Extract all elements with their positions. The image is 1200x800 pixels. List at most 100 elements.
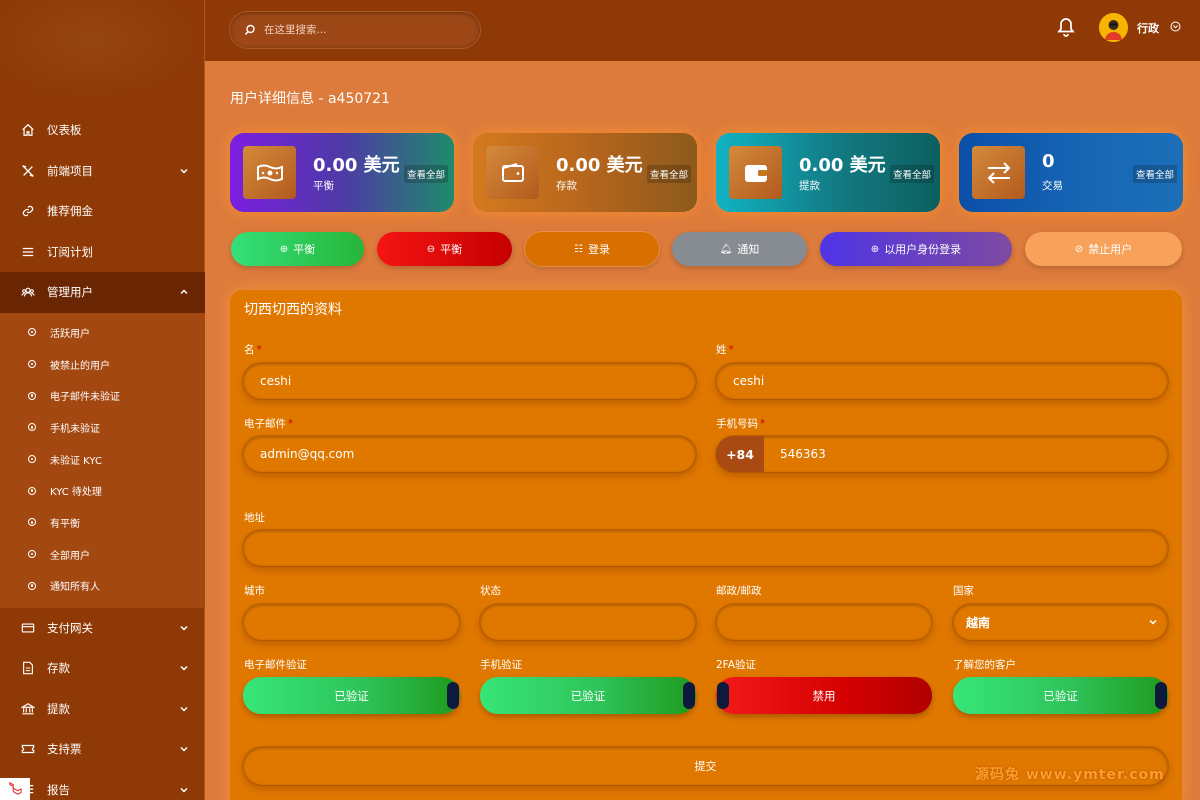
plus-circle-icon: ⊕ — [279, 243, 289, 255]
submenu-item-email-unverified[interactable]: 电子邮件未验证 — [0, 380, 205, 412]
manage-users-submenu: 活跃用户 被禁止的用户 电子邮件未验证 手机未验证 未验证 KYC KYC 待处… — [0, 312, 205, 608]
subtract-balance-button[interactable]: ⊖ 平衡 — [377, 232, 512, 266]
topbar: 行政 — [205, 0, 1200, 61]
toggle-knob — [447, 682, 459, 709]
view-all-link[interactable]: 查看全部 — [646, 165, 691, 183]
toggle-knob — [717, 682, 729, 709]
wallet-icon — [486, 146, 539, 199]
label-text: 姓 — [716, 344, 727, 356]
view-all-link[interactable]: 查看全部 — [403, 165, 448, 183]
sidebar-item-frontend[interactable]: 前端项目 — [0, 151, 205, 192]
stat-card-transactions: 0 交易 查看全部 — [959, 133, 1183, 212]
toggle-label: 已验证 — [334, 688, 369, 703]
submenu-item-active-users[interactable]: 活跃用户 — [0, 317, 205, 349]
submenu-label: 全部用户 — [50, 550, 90, 562]
stat-card-withdrawals: 0.00 美元 提款 查看全部 — [716, 133, 940, 212]
submenu-item-all-users[interactable]: 全部用户 — [0, 538, 205, 570]
avatar[interactable] — [1099, 13, 1128, 42]
sidebar-item-reports[interactable]: 报告 — [0, 770, 205, 800]
sidebar-item-support-tickets[interactable]: 支持票 — [0, 729, 205, 770]
search-icon — [244, 24, 255, 35]
sidebar-item-dashboard[interactable]: 仪表板 — [0, 110, 205, 151]
sidebar-item-payment-gateways[interactable]: 支付网关 — [0, 608, 205, 649]
login-as-user-button[interactable]: ⊕ 以用户身份登录 — [820, 232, 1012, 266]
button-label: 平衡 — [440, 243, 463, 256]
phone-field[interactable]: 546363 — [716, 436, 1168, 472]
first-name-label: 名 * — [244, 342, 262, 357]
submenu-label: KYC 待处理 — [50, 487, 102, 499]
minus-circle-icon: ⊖ — [426, 243, 436, 255]
address-field[interactable] — [243, 530, 1168, 566]
chevron-down-icon — [180, 625, 188, 631]
required-mark: * — [728, 344, 734, 356]
submenu-item-kyc-pending[interactable]: KYC 待处理 — [0, 475, 205, 507]
chevron-down-circle-icon[interactable] — [1170, 21, 1181, 32]
user-name[interactable]: 行政 — [1137, 20, 1159, 36]
kyc-toggle[interactable]: 已验证 — [953, 677, 1168, 714]
label-text: 名 — [244, 344, 255, 356]
login-history-button[interactable]: ☷ 登录 — [525, 232, 659, 266]
sidebar-item-plans[interactable]: 订阅计划 — [0, 232, 205, 273]
tools-icon — [20, 163, 36, 179]
toggle-label: 已验证 — [1043, 688, 1078, 703]
first-name-field[interactable]: ceshi — [243, 363, 696, 399]
chevron-down-icon — [180, 706, 188, 712]
city-label: 城市 — [244, 585, 265, 597]
view-all-link[interactable]: 查看全部 — [1132, 165, 1177, 183]
sidebar-item-referral[interactable]: 推荐佣金 — [0, 191, 205, 232]
zip-label: 邮政/邮政 — [716, 585, 762, 597]
chevron-down-icon — [180, 666, 188, 671]
email-label: 电子邮件 * — [244, 416, 293, 431]
sidebar-item-manage-users[interactable]: 管理用户 — [0, 272, 205, 313]
view-all-link[interactable]: 查看全部 — [889, 165, 934, 183]
submenu-item-notify-all[interactable]: 通知所有人 — [0, 570, 205, 602]
chevron-down-icon — [180, 747, 188, 752]
circle-dot-icon — [28, 360, 36, 369]
add-balance-button[interactable]: ⊕ 平衡 — [231, 232, 364, 266]
required-mark: * — [256, 344, 262, 356]
bell-icon[interactable] — [1057, 17, 1075, 37]
page-title: 用户详细信息 - a450721 — [230, 91, 390, 107]
submenu-item-kyc-unverified[interactable]: 未验证 KYC — [0, 443, 205, 475]
search-box[interactable] — [230, 12, 480, 48]
stat-value: 0.00 美元 — [556, 155, 643, 176]
zip-field[interactable] — [716, 604, 932, 640]
state-field[interactable] — [480, 604, 696, 640]
email-field[interactable]: admin@qq.com — [243, 436, 696, 472]
sidebar-item-deposits[interactable]: 存款 — [0, 648, 205, 689]
chevron-up-icon — [180, 289, 188, 295]
submenu-item-banned-users[interactable]: 被禁止的用户 — [0, 348, 205, 380]
last-name-field[interactable]: ceshi — [716, 363, 1168, 399]
invoice-icon — [20, 660, 36, 676]
email-verify-label: 电子邮件验证 — [244, 659, 307, 671]
submenu-item-mobile-unverified[interactable]: 手机未验证 — [0, 412, 205, 444]
laravel-icon[interactable] — [0, 778, 30, 800]
kyc-label: 了解您的客户 — [953, 659, 1016, 671]
search-input[interactable] — [264, 24, 444, 36]
bank-icon — [20, 701, 36, 717]
sidebar-item-label: 订阅计划 — [47, 244, 93, 259]
notify-button[interactable]: 🔔︎ 通知 — [672, 232, 807, 266]
mobile-verify-toggle[interactable]: 已验证 — [480, 677, 696, 714]
stat-label: 提款 — [799, 180, 820, 192]
toggle-label: 已验证 — [570, 688, 606, 703]
credit-card-icon — [20, 620, 36, 636]
button-label: 平衡 — [293, 243, 316, 256]
users-icon — [20, 284, 36, 300]
email-verify-toggle[interactable]: 已验证 — [243, 677, 460, 714]
sidebar-item-withdrawals[interactable]: 提款 — [0, 689, 205, 730]
submenu-item-with-balance[interactable]: 有平衡 — [0, 507, 205, 539]
city-field[interactable] — [243, 604, 460, 640]
sidebar-item-label: 报告 — [47, 782, 70, 797]
button-label: 通知 — [737, 243, 760, 256]
button-label: 以用户身份登录 — [884, 243, 962, 256]
logo — [0, 0, 204, 100]
submenu-label: 未验证 KYC — [50, 455, 102, 467]
ban-user-button[interactable]: ⊘ 禁止用户 — [1025, 232, 1182, 266]
wallet-icon — [729, 146, 782, 199]
country-select[interactable]: 越南 — [953, 604, 1168, 640]
twofa-toggle[interactable]: 禁用 — [716, 677, 932, 714]
phone-label: 手机号码 * — [716, 416, 765, 431]
sidebar-item-label: 管理用户 — [47, 285, 93, 300]
circle-dot-icon — [28, 423, 36, 432]
